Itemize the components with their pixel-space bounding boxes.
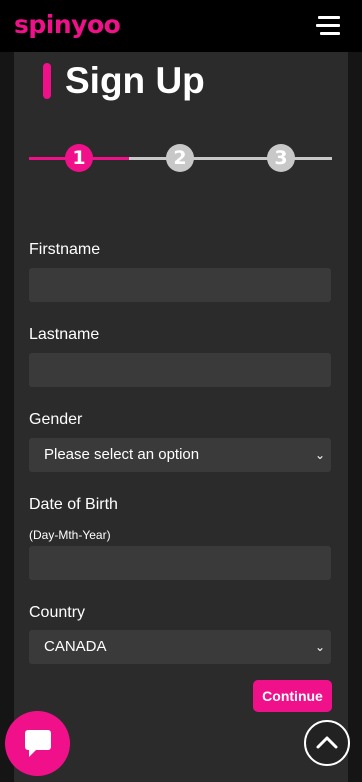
dob-label: Date of Birth — [29, 496, 118, 513]
continue-button[interactable]: Continue — [253, 680, 332, 712]
gender-select-value: Please select an option — [44, 446, 200, 463]
firstname-label: Firstname — [29, 241, 101, 258]
page-title: Sign Up — [65, 60, 205, 101]
country-select[interactable]: CANADA ⌄ — [29, 630, 331, 664]
scroll-to-top-button[interactable] — [304, 720, 350, 766]
step-3-indicator: 3 — [267, 144, 295, 172]
title-accent-bar — [43, 63, 51, 99]
chat-bubble-icon — [25, 730, 51, 757]
country-label: Country — [29, 604, 86, 621]
step-line-remaining — [129, 157, 332, 160]
dob-format-hint: (Day-Mth-Year) — [29, 528, 111, 542]
gender-select[interactable]: Please select an option ⌄ — [29, 438, 331, 472]
chevron-down-icon: ⌄ — [314, 640, 325, 654]
dob-field[interactable] — [29, 546, 331, 580]
lastname-field[interactable] — [29, 353, 331, 387]
country-select-value: CANADA — [44, 638, 107, 655]
chat-button[interactable] — [5, 711, 70, 776]
step-2-indicator: 2 — [166, 144, 194, 172]
lastname-label: Lastname — [29, 326, 100, 343]
gender-label: Gender — [29, 411, 83, 428]
chevron-up-icon — [316, 736, 338, 749]
hamburger-menu-icon[interactable] — [316, 15, 340, 37]
step-1-indicator: 1 — [65, 144, 93, 172]
spinyoo-logo[interactable]: spinyoo — [14, 10, 121, 39]
top-header: spinyoo — [0, 0, 362, 52]
chevron-down-icon: ⌄ — [314, 448, 325, 462]
firstname-field[interactable] — [29, 268, 331, 302]
